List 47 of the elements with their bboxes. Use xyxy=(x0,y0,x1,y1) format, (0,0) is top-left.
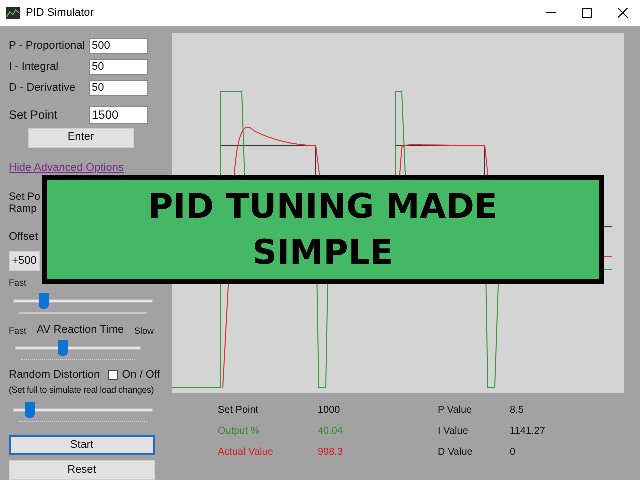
field-label: Set Point xyxy=(9,106,59,124)
readout-label: Set Point xyxy=(218,404,260,418)
slow-label: Slow xyxy=(134,324,154,338)
pid-value: 1141.27 xyxy=(510,425,546,439)
slider[interactable] xyxy=(13,402,153,418)
maximize-icon[interactable] xyxy=(582,8,592,18)
chart-app-icon xyxy=(6,7,20,19)
reaction-time-label: AV Reaction Time xyxy=(36,322,124,338)
readout-label: Actual Value xyxy=(218,446,274,460)
fast-label: Fast xyxy=(9,277,27,290)
field-label: P - Proportional xyxy=(9,38,86,54)
field-label: I - Integral xyxy=(9,60,60,75)
pid-value: 8.5 xyxy=(510,404,525,418)
pid-value-label: I Value xyxy=(438,425,470,439)
slider[interactable] xyxy=(13,292,153,308)
offset-label: Offset xyxy=(9,230,40,244)
checkbox-label: On / Off xyxy=(122,368,160,383)
slider-thumb[interactable] xyxy=(58,340,68,356)
offset-button[interactable]: +500 xyxy=(9,251,40,271)
slider[interactable] xyxy=(15,340,141,356)
readout-label: Output % xyxy=(218,425,261,439)
input-field[interactable]: 50 xyxy=(89,80,148,96)
slider-thumb[interactable] xyxy=(24,402,35,418)
pid-value-label: P Value xyxy=(438,404,474,418)
readout-value: 1000 xyxy=(318,404,342,418)
input-field[interactable]: 50 xyxy=(89,59,148,75)
banner-text: PID TUNING MADE xyxy=(148,186,498,228)
pid-value-label: D Value xyxy=(438,446,474,460)
slider-thumb[interactable] xyxy=(38,292,49,308)
reset-button[interactable]: Reset xyxy=(9,460,155,480)
input-field[interactable]: 500 xyxy=(89,38,148,54)
readout-value: 40.04 xyxy=(318,425,344,439)
input-field[interactable]: 1500 xyxy=(89,106,148,124)
checkbox[interactable] xyxy=(108,370,118,380)
readout-value: 998.3 xyxy=(318,446,344,460)
ramp-label: Ramp xyxy=(9,202,38,214)
enter-button[interactable]: Enter xyxy=(28,128,134,148)
start-button[interactable]: Start xyxy=(9,435,155,455)
banner-text: SIMPLE xyxy=(252,232,394,274)
close-icon[interactable] xyxy=(618,8,628,18)
fast-label: Fast xyxy=(9,324,27,338)
distortion-label: Random Distortion xyxy=(9,368,100,383)
pid-value: 0 xyxy=(510,446,517,460)
ramp-label: Set Po xyxy=(9,190,42,202)
window-title: PID Simulator xyxy=(26,6,95,21)
distortion-hint: (Set full to simulate real load changes) xyxy=(9,384,156,397)
field-label: D - Derivative xyxy=(9,80,77,96)
